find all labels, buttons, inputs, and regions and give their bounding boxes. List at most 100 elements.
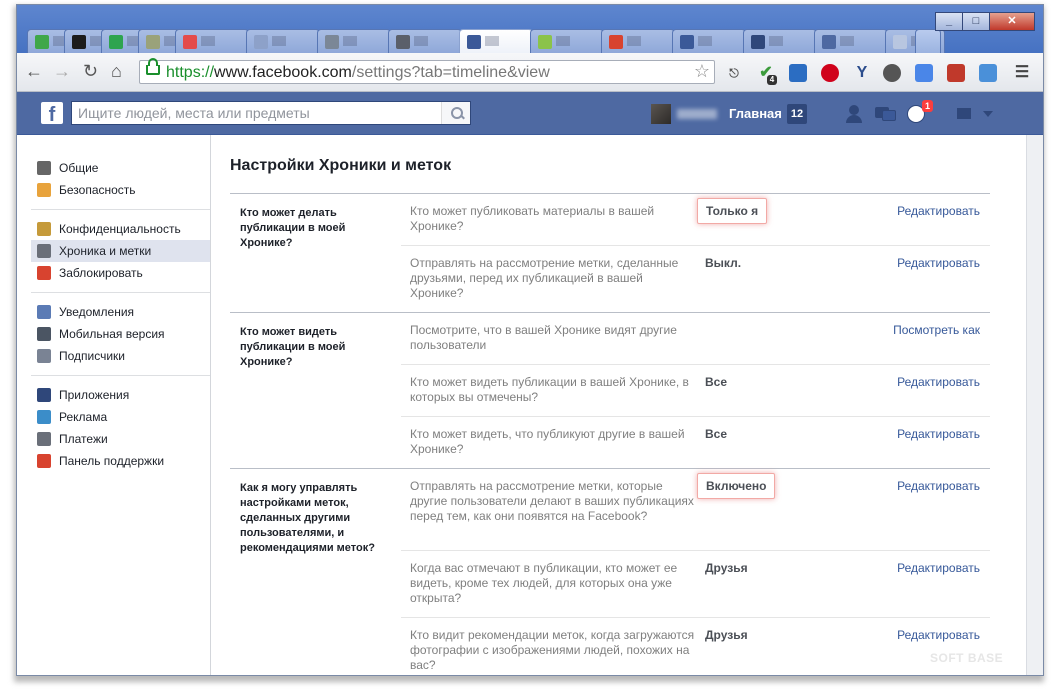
home-link[interactable]: Главная 12 <box>729 104 808 124</box>
back-arrow-icon[interactable]: ← <box>25 61 43 81</box>
sidebar-item[interactable]: Панель поддержки <box>31 450 210 472</box>
home-icon[interactable]: ⌂ <box>111 61 122 81</box>
avatar <box>651 104 671 124</box>
sidebar-item[interactable]: Конфиденциальность <box>31 218 210 240</box>
minimize-button[interactable]: _ <box>935 12 963 31</box>
settings-section: Как я могу управлять настройками меток, … <box>230 468 990 675</box>
sidebar-group: Уведомления Мобильная версия Подписчики <box>31 293 210 376</box>
sidebar-item[interactable]: Заблокировать <box>31 262 210 284</box>
edit-link[interactable]: Редактировать <box>897 628 980 642</box>
browser-tab[interactable] <box>317 29 391 53</box>
privacy-shortcuts-icon[interactable] <box>957 108 971 119</box>
y-extension-icon[interactable]: Y <box>853 64 871 82</box>
facebook-header: f Главная 12 1 <box>17 92 1043 135</box>
setting-value: Включено <box>697 473 776 499</box>
setting-value: Друзья <box>705 561 748 575</box>
messages-icon[interactable] <box>875 105 896 123</box>
new-tab-button[interactable] <box>915 29 941 53</box>
sidebar-item-label: Приложения <box>59 388 130 402</box>
edit-link[interactable]: Редактировать <box>897 375 980 389</box>
sidebar-item[interactable]: Общие <box>31 157 210 179</box>
sidebar-group: Общие Безопасность <box>31 135 210 210</box>
adblock-icon[interactable] <box>821 64 839 82</box>
browser-tab[interactable] <box>672 29 746 53</box>
sidebar-item[interactable]: Реклама <box>31 406 210 428</box>
settings-section: Кто может видеть публикации в моей Хрони… <box>230 312 990 468</box>
sidebar-group: Конфиденциальность Хроника и метки Заблоки… <box>31 210 210 293</box>
translate-icon[interactable] <box>915 64 933 82</box>
edit-link[interactable]: Редактировать <box>897 256 980 270</box>
search-box <box>71 101 471 125</box>
setting-question: Кто может видеть, что публикуют другие в… <box>410 427 685 456</box>
view-as-link[interactable]: Посмотреть как <box>893 323 980 337</box>
edit-link[interactable]: Редактировать <box>897 204 980 218</box>
forward-arrow-icon[interactable]: → <box>53 61 71 81</box>
browser-tab[interactable] <box>743 29 817 53</box>
friend-requests-icon[interactable] <box>845 105 865 123</box>
page-title: Настройки Хроники и меток <box>230 157 452 174</box>
profile-link[interactable] <box>651 104 717 124</box>
scrollbar[interactable] <box>1026 135 1043 675</box>
book-extension-icon[interactable] <box>947 64 965 82</box>
keyboard-extension-icon[interactable] <box>979 64 997 82</box>
edit-link[interactable]: Редактировать <box>897 479 980 493</box>
secure-lock-icon <box>146 58 160 75</box>
browser-tab[interactable] <box>814 29 888 53</box>
setting-row: Когда вас отмечают в публикации, кто мож… <box>401 550 990 617</box>
edit-link[interactable]: Редактировать <box>897 561 980 575</box>
setting-question: Посмотрите, что в вашей Хронике видят др… <box>410 323 677 352</box>
sidebar-item[interactable]: Платежи <box>31 428 210 450</box>
sidebar-item[interactable]: Подписчики <box>31 345 210 367</box>
tab-strip: _ □ ✕ <box>17 5 1043 53</box>
edit-link[interactable]: Редактировать <box>897 427 980 441</box>
browser-tab[interactable] <box>175 29 249 53</box>
browser-tab[interactable] <box>601 29 675 53</box>
browser-tab-active[interactable] <box>459 29 533 53</box>
sidebar-item-label: Подписчики <box>59 349 126 363</box>
browser-tab[interactable] <box>388 29 462 53</box>
sidebar-item[interactable]: Уведомления <box>31 301 210 323</box>
setting-row: Отправлять на рассмотрение метки, которы… <box>401 469 990 550</box>
settings-sections: Кто может делать публикации в моей Хрони… <box>230 193 990 675</box>
sidebar-item-label: Хроника и метки <box>59 244 152 258</box>
menu-icon[interactable]: ☰ <box>1013 64 1031 82</box>
account-menu-caret-icon[interactable] <box>983 111 993 117</box>
setting-value: Все <box>705 427 728 441</box>
maximize-button[interactable]: □ <box>962 12 990 31</box>
reload-icon[interactable]: ↻ <box>83 61 98 81</box>
window-extension-icon[interactable] <box>789 64 807 82</box>
download-icon[interactable]: ⎋ <box>725 64 743 82</box>
setting-value: Друзья <box>705 628 748 642</box>
settings-page: Общие Безопасность Конфиденциальность Хрони… <box>17 135 1043 675</box>
sidebar-item[interactable]: Безопасность <box>31 179 210 201</box>
bookmark-star-icon[interactable]: ☆ <box>694 61 710 82</box>
timeline-icon <box>37 244 51 258</box>
home-label: Главная <box>729 106 782 121</box>
browser-tab[interactable] <box>246 29 320 53</box>
sidebar-group: Приложения Реклама Платежи Панель поддержки <box>31 376 210 480</box>
block-icon <box>37 266 51 280</box>
sidebar-item[interactable]: Мобильная версия <box>31 323 210 345</box>
browser-tab[interactable] <box>530 29 604 53</box>
address-bar[interactable]: https://www.facebook.com/settings?tab=ti… <box>139 58 715 84</box>
search-icon[interactable] <box>441 102 470 124</box>
sidebar-item[interactable]: Хроника и метки <box>31 240 210 262</box>
setting-value: Только я <box>697 198 768 224</box>
setting-value: Выкл. <box>705 256 742 270</box>
sidebar-item[interactable]: Приложения <box>31 384 210 406</box>
close-button[interactable]: ✕ <box>989 12 1035 31</box>
sidebar-item-label: Конфиденциальность <box>59 222 181 236</box>
card-icon <box>37 432 51 446</box>
ads-icon <box>37 410 51 424</box>
home-count-badge: 12 <box>786 104 808 124</box>
facebook-logo[interactable]: f <box>41 102 63 126</box>
search-input[interactable] <box>78 103 438 123</box>
sidebar-item-label: Платежи <box>59 432 108 446</box>
notifications-count-badge: 1 <box>922 100 934 112</box>
setting-row: Посмотрите, что в вашей Хронике видят др… <box>401 313 990 364</box>
settings-section: Кто может делать публикации в моей Хрони… <box>230 193 990 312</box>
section-title: Кто может делать публикации в моей Хрони… <box>240 207 346 249</box>
clock-icon[interactable] <box>883 64 901 82</box>
setting-question: Отправлять на рассмотрение метки, которы… <box>410 479 694 523</box>
setting-row: Отправлять на рассмотрение метки, сделан… <box>401 245 990 312</box>
